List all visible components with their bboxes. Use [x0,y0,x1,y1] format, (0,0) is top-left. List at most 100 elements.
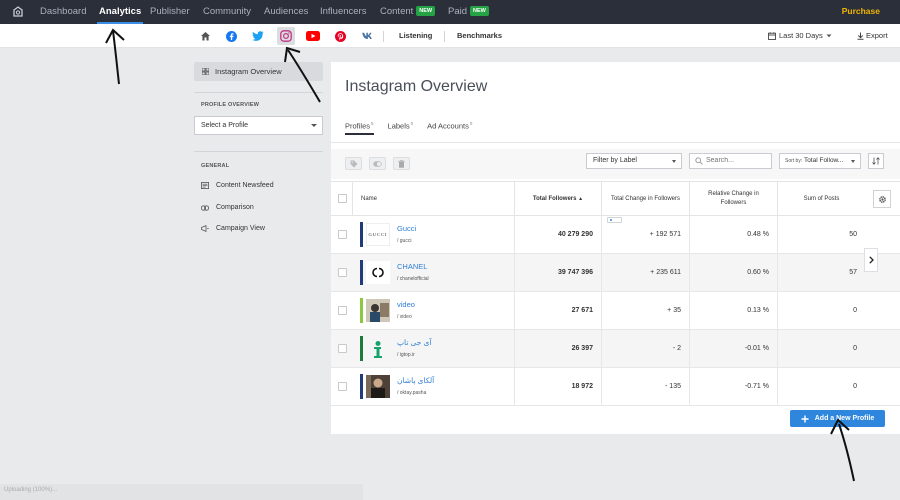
download-icon [857,32,864,40]
nav-dashboard-label: Dashboard [40,6,87,17]
tab-label: Labels [387,121,410,131]
sidebar-item-campaign-view[interactable]: Campaign View [201,225,265,232]
home-icon[interactable] [196,27,214,45]
add-new-profile-button[interactable]: Add a New Profile [790,410,885,427]
total-followers-cell: 27 671 [514,292,601,329]
nav-influencers[interactable]: Influencers [320,0,366,24]
tab-count: 0 [469,121,473,126]
brand-logo-icon[interactable] [11,5,25,19]
avatar [366,261,390,284]
facebook-icon[interactable] [222,27,240,45]
search-icon [695,157,703,165]
filter-label: Filter by Label [593,157,637,164]
tab-label: Ad Accounts [427,121,469,131]
date-range-selector[interactable]: Last 30 Days [768,24,832,48]
column-label: Sum of Posts [803,195,840,202]
relative-change-cell: 0.48 % [689,216,777,253]
sidebar-item-comparison[interactable]: Comparison [201,204,254,211]
instagram-icon[interactable] [277,27,295,45]
pinterest-icon[interactable] [331,27,349,45]
export-button[interactable]: Export [857,24,888,48]
youtube-icon[interactable] [304,27,322,45]
total-change-cell: + 35 [601,292,689,329]
row-checkbox[interactable] [338,230,347,239]
divider [194,92,323,93]
tab-ad-accounts[interactable]: Ad Accounts0 [427,121,472,131]
search-input[interactable] [706,157,768,164]
date-range-label: Last 30 Days [779,31,823,40]
column-header-name[interactable]: Name [352,182,514,216]
benchmarks-link[interactable]: Benchmarks [457,24,502,48]
sidebar-item-instagram-overview[interactable]: Instagram Overview [194,62,323,81]
select-all-checkbox[interactable] [338,194,347,203]
inline-toggle[interactable] [607,217,622,223]
igtop-logo-icon [374,340,382,358]
total-change-cell: - 135 [601,368,689,405]
row-checkbox[interactable] [338,382,347,391]
tab-labels[interactable]: Labels0 [388,121,414,131]
sum-of-posts-cell: 0 [777,292,865,329]
nav-community-label: Community [203,6,252,17]
row-checkbox[interactable] [338,344,347,353]
sort-ascending-icon: ▲ [578,195,584,202]
row-checkbox[interactable] [338,306,347,315]
sidebar-item-content-newsfeed[interactable]: Content Newsfeed [201,182,274,189]
toggle-button[interactable] [369,157,386,170]
tag-button[interactable] [345,157,362,170]
nav-analytics[interactable]: Analytics [96,0,144,24]
profile-name-link[interactable]: آی جی تاپ [397,338,431,347]
newsfeed-icon [201,182,209,189]
delete-button[interactable] [393,157,410,170]
profile-handle: / gucci [397,238,412,244]
filter-by-label-select[interactable]: Filter by Label [586,153,682,169]
tab-bar: Profiles5 Labels0 Ad Accounts0 [345,121,472,135]
column-label: Total Change in Followers [610,195,681,202]
tab-profiles[interactable]: Profiles5 [345,121,374,135]
status-text: Uploading (100%)... [4,487,58,493]
table-row[interactable]: آلکای پاشان / oktay.pasha 18 972 - 135 -… [331,368,900,406]
twitter-icon[interactable] [249,27,267,45]
table-row[interactable]: GUCCI Gucci / gucci 40 279 290 + 192 571… [331,216,900,254]
new-badge: NEW [470,6,489,16]
profile-name-link[interactable]: CHANEL [397,262,427,271]
nav-paid[interactable]: Paid NEW [448,0,489,24]
profile-name-link[interactable]: video [397,300,415,309]
listening-link[interactable]: Listening [399,24,432,48]
row-checkbox[interactable] [338,268,347,277]
nav-audiences-label: Audiences [264,6,309,17]
scroll-right-button[interactable] [864,248,878,272]
nav-audiences[interactable]: Audiences [264,0,308,24]
nav-community[interactable]: Community [203,0,251,24]
purchase-link[interactable]: Purchase [842,0,880,23]
chevron-down-icon [672,160,676,163]
sidebar: Instagram Overview PROFILE OVERVIEW Sele… [0,49,331,500]
column-header-relative-change[interactable]: Relative Change in Followers [689,182,777,216]
total-followers-cell: 26 397 [514,330,601,367]
relative-change-cell: -0.71 % [689,368,777,405]
column-settings-button[interactable] [873,190,891,208]
nav-publisher[interactable]: Publisher [150,0,190,24]
table-header: Name Total Followers ▲ Total Change in F… [331,181,900,216]
sidebar-item-label: Instagram Overview [215,67,282,76]
profile-name-link[interactable]: آلکای پاشان [397,376,434,385]
comparison-icon [201,204,209,211]
table-row[interactable]: CHANEL / chanelofficial 39 747 396 + 235… [331,254,900,292]
tab-count: 0 [410,121,414,126]
nav-dashboard[interactable]: Dashboard [40,0,86,24]
tab-count: 5 [371,121,374,126]
table-row[interactable]: video / video 27 671 + 35 0.13 % 0 [331,292,900,330]
avatar [366,299,390,322]
chevron-down-icon [851,160,855,163]
profile-handle: / igtop.ir [397,352,415,358]
profile-select[interactable]: Select a Profile [194,116,323,135]
column-header-total-change[interactable]: Total Change in Followers [601,182,689,216]
profile-name-link[interactable]: Gucci [397,224,416,233]
table-row[interactable]: آی جی تاپ / igtop.ir 26 397 - 2 -0.01 % … [331,330,900,368]
sort-direction-button[interactable] [868,153,884,169]
profile-photo-icon [366,375,390,398]
column-header-total-followers[interactable]: Total Followers ▲ [514,182,601,216]
sort-by-select[interactable]: Sort by: Total Follow... [779,153,861,169]
column-header-sum-of-posts[interactable]: Sum of Posts [777,182,865,216]
vk-icon[interactable] [358,27,376,45]
nav-content[interactable]: Content NEW [380,0,436,24]
